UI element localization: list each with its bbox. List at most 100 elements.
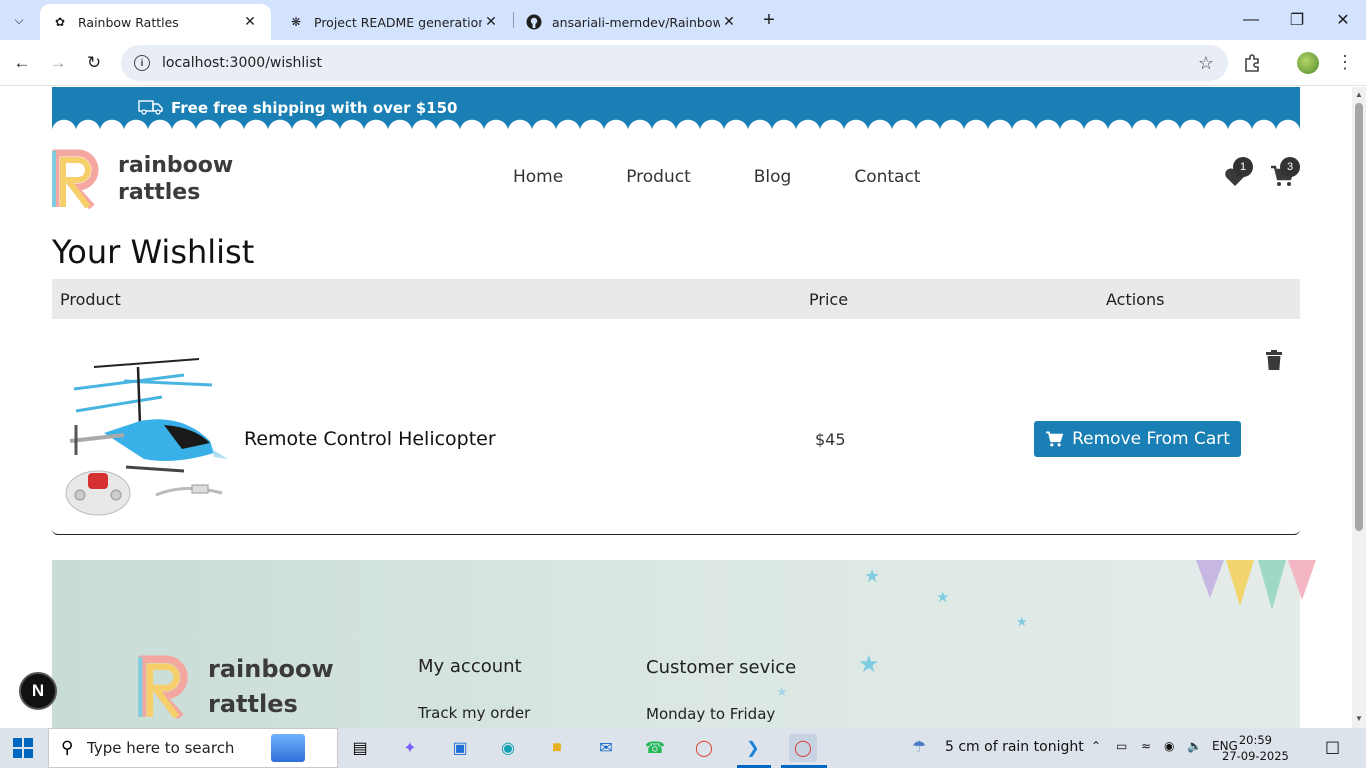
microsoft-store-icon[interactable]: ▣ xyxy=(446,734,474,762)
close-tab-icon[interactable]: ✕ xyxy=(720,13,738,31)
site-footer: ★ ★ ★ ★ ★ rainboow rattles My account Tr… xyxy=(52,560,1316,728)
tab-search-icon[interactable]: ⌵ xyxy=(6,8,32,32)
table-row: Remote Control Helicopter $45 Remove Fro… xyxy=(52,319,1300,535)
logo-text: rainboow rattles xyxy=(208,652,334,722)
footer-service-hours: Monday to Friday xyxy=(646,705,776,723)
close-window-icon[interactable]: ✕ xyxy=(1320,0,1366,40)
product-price: $45 xyxy=(815,430,846,449)
rainbow-r-logo-icon xyxy=(52,149,99,209)
windows-start-icon[interactable] xyxy=(13,738,33,758)
rattle-favicon-icon: ✿ xyxy=(54,15,66,29)
meet-now-icon[interactable]: ◉ xyxy=(1164,739,1174,753)
main-nav: Home Product Blog Contact xyxy=(513,167,983,187)
floating-n-button[interactable]: N xyxy=(19,672,57,710)
nav-contact[interactable]: Contact xyxy=(854,167,920,187)
weather-text[interactable]: 5 cm of rain tonight xyxy=(945,739,1084,755)
address-bar[interactable]: i localhost:3000/wishlist ☆ xyxy=(121,45,1228,81)
profile-avatar[interactable] xyxy=(1297,52,1319,74)
close-tab-icon[interactable]: ✕ xyxy=(482,13,500,31)
footer-service-title: Customer sevice xyxy=(646,657,797,678)
notifications-icon[interactable]: □ xyxy=(1325,737,1340,756)
vscode-icon[interactable]: ❯ xyxy=(739,734,767,762)
trash-icon[interactable] xyxy=(1266,350,1282,370)
extensions-puzzle-icon[interactable] xyxy=(1243,53,1265,75)
logo-line-1: rainboow xyxy=(208,655,334,683)
logo-text: rainboow rattles xyxy=(118,152,233,207)
reload-icon[interactable]: ↻ xyxy=(80,49,108,77)
outlook-icon[interactable]: ✉ xyxy=(592,734,620,762)
browser-menu-icon[interactable]: ⋮ xyxy=(1336,52,1354,73)
footer-logo[interactable]: rainboow rattles xyxy=(138,652,334,722)
cart-icon xyxy=(1046,431,1064,447)
forward-arrow-icon[interactable]: → xyxy=(44,49,72,77)
github-favicon-icon xyxy=(526,14,542,30)
site-info-icon[interactable]: i xyxy=(134,55,150,71)
volume-muted-icon[interactable]: 🔈 xyxy=(1187,739,1202,753)
bunting-flag xyxy=(1196,560,1224,598)
site-logo[interactable]: rainboow rattles xyxy=(52,149,233,209)
rainbow-r-logo-icon xyxy=(138,655,188,719)
logo-line-2: rattles xyxy=(118,180,201,205)
tab-title: ansariali-merndev/Rainbow-Rat xyxy=(552,14,720,30)
nav-product[interactable]: Product xyxy=(626,167,691,187)
column-header-actions: Actions xyxy=(1106,290,1165,309)
footer-account-title: My account xyxy=(418,656,522,677)
taskbar-search-box[interactable]: ⚲ Type here to search xyxy=(48,728,338,768)
helicopter-product-image[interactable] xyxy=(64,355,230,521)
shipping-truck-icon xyxy=(138,100,163,115)
back-arrow-icon[interactable]: ← xyxy=(8,49,36,77)
tab-rainbow-rattles[interactable]: ✿ Rainbow Rattles ✕ xyxy=(40,4,271,40)
remove-from-cart-button[interactable]: Remove From Cart xyxy=(1034,421,1241,457)
task-view-icon[interactable]: ▤ xyxy=(346,734,374,762)
clock-date: 27-09-2025 xyxy=(1222,749,1289,763)
bunting-flag xyxy=(1288,560,1316,600)
star-decoration-icon: ★ xyxy=(936,589,950,606)
edge-browser-icon[interactable]: ◉ xyxy=(494,734,522,762)
tab-github-repo[interactable]: ansariali-merndev/Rainbow-Rat ✕ xyxy=(514,4,750,40)
nav-blog[interactable]: Blog xyxy=(754,167,792,187)
scallop-edge xyxy=(52,118,1300,132)
tab-title: Rainbow Rattles xyxy=(78,14,179,30)
scrollbar-thumb[interactable] xyxy=(1355,103,1363,531)
scroll-up-icon[interactable]: ▲ xyxy=(1355,90,1363,99)
page-title: Your Wishlist xyxy=(52,233,255,271)
star-decoration-icon: ★ xyxy=(1016,614,1028,629)
close-tab-icon[interactable]: ✕ xyxy=(241,13,259,31)
nav-home[interactable]: Home xyxy=(513,167,563,187)
chrome-icon[interactable]: ◯ xyxy=(690,734,718,762)
star-decoration-icon: ★ xyxy=(858,651,880,678)
logo-line-2: rattles xyxy=(208,689,298,718)
product-name[interactable]: Remote Control Helicopter xyxy=(244,428,496,450)
url-text[interactable]: localhost:3000/wishlist xyxy=(162,55,322,71)
weather-umbrella-icon[interactable]: ☂ xyxy=(912,737,926,756)
restore-icon[interactable]: ❐ xyxy=(1274,0,1320,40)
wishlist-table-header: Product Price Actions xyxy=(52,279,1300,319)
bookmark-star-icon[interactable]: ☆ xyxy=(1198,53,1214,74)
star-decoration-icon: ★ xyxy=(864,566,881,586)
remove-from-cart-label: Remove From Cart xyxy=(1072,429,1230,449)
whatsapp-icon[interactable]: ☎ xyxy=(641,734,669,762)
promo-text: Free free shipping with over $150 xyxy=(171,99,458,117)
footer-link-track-order[interactable]: Track my order xyxy=(418,704,530,722)
show-hidden-icons-icon[interactable]: ⌃ xyxy=(1091,739,1101,753)
minimize-icon[interactable]: — xyxy=(1228,0,1274,40)
file-explorer-icon[interactable]: ■ xyxy=(543,734,571,762)
bunting-flag xyxy=(1258,560,1286,610)
new-tab-plus-icon[interactable]: + xyxy=(757,8,781,32)
chrome-active-icon[interactable]: ◯ xyxy=(789,734,817,762)
tab-title: Project README generation xyxy=(314,14,482,30)
promo-banner: Free free shipping with over $150 xyxy=(52,87,1300,132)
star-decoration-icon: ★ xyxy=(776,684,788,699)
wifi-icon[interactable]: ≈ xyxy=(1141,739,1151,753)
column-header-price: Price xyxy=(809,290,849,309)
column-header-product: Product xyxy=(60,290,121,309)
system-clock[interactable]: 20:59 27-09-2025 xyxy=(1222,732,1289,764)
battery-icon[interactable]: ▭ xyxy=(1116,739,1127,753)
page-scrollbar[interactable]: ▲ ▼ xyxy=(1352,87,1366,728)
openai-favicon-icon: ❋ xyxy=(290,15,302,29)
tab-project-readme[interactable]: ❋ Project README generation ✕ xyxy=(276,4,512,40)
windows-taskbar: ⚲ Type here to search ▤ ✦ ▣ ◉ ■ ✉ ☎ ◯ ❯ … xyxy=(0,728,1366,768)
copilot-icon[interactable]: ✦ xyxy=(396,734,424,762)
scroll-down-icon[interactable]: ▼ xyxy=(1355,714,1363,723)
wishlist-count-badge: 1 xyxy=(1233,157,1253,177)
